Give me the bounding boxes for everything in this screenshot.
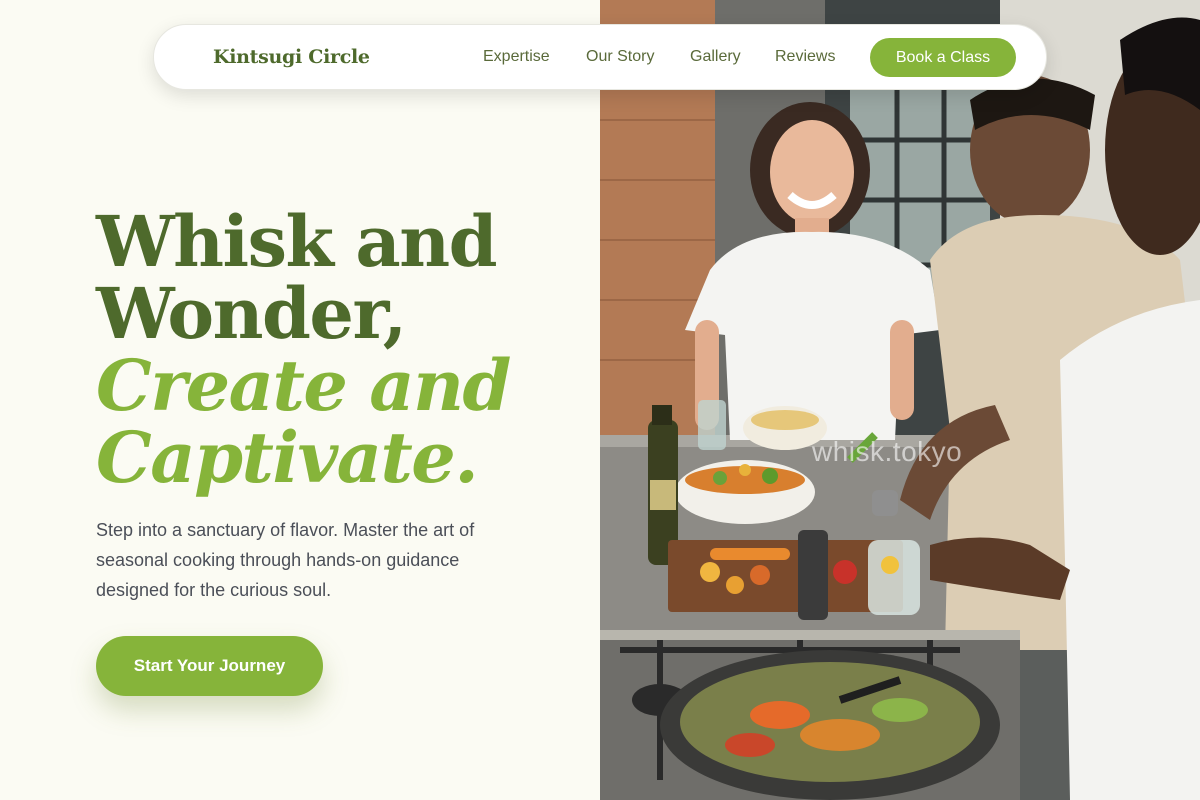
nav-link-our-story[interactable]: Our Story [586, 48, 654, 66]
cooking-class-photo [600, 0, 1200, 800]
headline-accent-line-2: Captivate. [96, 416, 479, 499]
nav-link-expertise[interactable]: Expertise [483, 48, 550, 66]
start-journey-button[interactable]: Start Your Journey [96, 636, 323, 696]
photo-watermark: whisk.tokyo [812, 436, 963, 467]
hero-headline: Whisk and Wonder, Create and Captivate. [96, 206, 576, 494]
nav-link-reviews[interactable]: Reviews [775, 48, 835, 66]
hero-photo: whisk.tokyo [600, 0, 1200, 800]
top-navbar: Kintsugi Circle Expertise Our Story Gall… [153, 24, 1047, 90]
headline-accent-line-1: Create and [96, 344, 511, 427]
hero-section: Whisk and Wonder, Create and Captivate. … [0, 0, 600, 800]
headline-line-2: Wonder, [96, 272, 407, 355]
book-class-button[interactable]: Book a Class [870, 38, 1016, 77]
hero-subtext: Step into a sanctuary of flavor. Master … [96, 520, 475, 600]
brand-logo[interactable]: Kintsugi Circle [213, 46, 370, 68]
headline-line-1: Whisk and [96, 200, 498, 283]
nav-link-gallery[interactable]: Gallery [690, 48, 741, 66]
